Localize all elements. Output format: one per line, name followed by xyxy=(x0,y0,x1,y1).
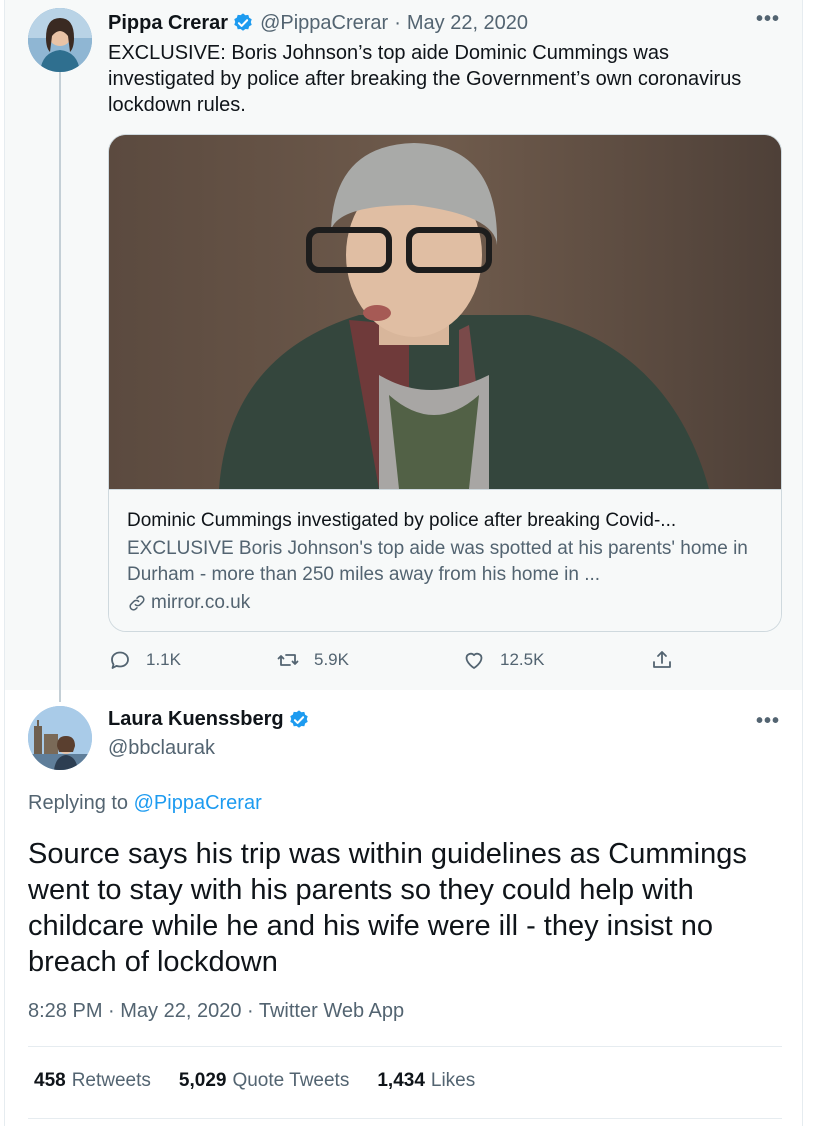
tweet-meta[interactable]: 8:28 PM · May 22, 2020 · Twitter Web App xyxy=(28,1000,404,1023)
stat-label: Likes xyxy=(430,1070,476,1091)
avatar[interactable] xyxy=(28,8,92,72)
replying-to: Replying to @PippaCrerar xyxy=(28,792,262,815)
tweet-date[interactable]: May 22, 2020 xyxy=(407,12,528,35)
replying-mention-link[interactable]: @PippaCrerar xyxy=(134,792,262,814)
verified-badge-icon xyxy=(289,709,308,728)
retweet-icon xyxy=(277,654,299,666)
author-handle[interactable]: @bbclaurak xyxy=(108,737,215,760)
author-name[interactable]: Pippa Crerar xyxy=(108,12,228,35)
link-preview-description: EXCLUSIVE Boris Johnson's top aide was s… xyxy=(127,538,748,585)
focal-tweet-text: Source says his trip was within guidelin… xyxy=(28,838,747,978)
heart-icon xyxy=(465,652,483,669)
retweet-count: 5.9K xyxy=(314,650,349,669)
more-horizontal-icon[interactable]: ••• xyxy=(756,710,780,733)
separator: · xyxy=(394,11,401,34)
focal-author-name[interactable]: Laura Kuenssberg xyxy=(108,708,316,731)
link-preview-domain[interactable]: mirror.co.uk xyxy=(127,592,250,614)
parent-tweet-text: EXCLUSIVE: Boris Johnson’s top aide Domi… xyxy=(108,42,742,116)
like-button[interactable]: 12.5K xyxy=(462,648,544,672)
author-handle[interactable]: @PippaCrerar xyxy=(260,12,388,35)
more-horizontal-icon[interactable]: ••• xyxy=(756,8,780,31)
replying-prefix: Replying to xyxy=(28,792,129,814)
stat-count: 5,029 xyxy=(178,1070,227,1091)
divider xyxy=(28,1118,782,1119)
thread-connector-line xyxy=(59,72,61,702)
like-count: 12.5K xyxy=(500,650,545,669)
stat-label: Retweets xyxy=(71,1070,151,1091)
link-icon xyxy=(129,595,145,611)
tweet-thread: Pippa Crerar @PippaCrerar · May 22, 2020… xyxy=(0,0,814,1126)
stat-likes[interactable]: 1,434 Likes xyxy=(377,1070,475,1092)
link-preview-card[interactable]: Dominic Cummings investigated by police … xyxy=(108,134,782,632)
stat-retweets[interactable]: 458 Retweets xyxy=(34,1070,151,1092)
stat-label: Quote Tweets xyxy=(232,1070,350,1091)
tweet-actions: 1.1K 5.9K 12.5K xyxy=(108,648,728,678)
parent-tweet-header: Pippa Crerar @PippaCrerar · May 22, 2020 xyxy=(108,10,528,36)
author-name[interactable]: Laura Kuenssberg xyxy=(108,708,284,731)
domain-text[interactable]: mirror.co.uk xyxy=(151,592,250,614)
engagement-stats: 458 Retweets 5,029 Quote Tweets 1,434 Likes xyxy=(34,1070,503,1092)
reply-icon xyxy=(111,651,129,669)
stat-quote-tweets[interactable]: 5,029 Quote Tweets xyxy=(179,1070,349,1092)
verified-badge-icon xyxy=(234,13,252,31)
right-border xyxy=(802,0,803,1126)
reply-button[interactable]: 1.1K xyxy=(108,648,181,672)
share-icon xyxy=(653,651,671,668)
link-preview-title[interactable]: Dominic Cummings investigated by police … xyxy=(127,510,767,532)
avatar[interactable] xyxy=(28,706,92,770)
link-preview-body[interactable]: Dominic Cummings investigated by police … xyxy=(109,489,781,631)
retweet-button[interactable]: 5.9K xyxy=(276,648,349,672)
reply-count: 1.1K xyxy=(146,650,181,669)
stat-count: 1,434 xyxy=(377,1070,425,1091)
stat-count: 458 xyxy=(34,1070,66,1091)
link-preview-image xyxy=(109,135,781,489)
divider xyxy=(28,1046,782,1047)
share-button[interactable] xyxy=(650,648,688,672)
